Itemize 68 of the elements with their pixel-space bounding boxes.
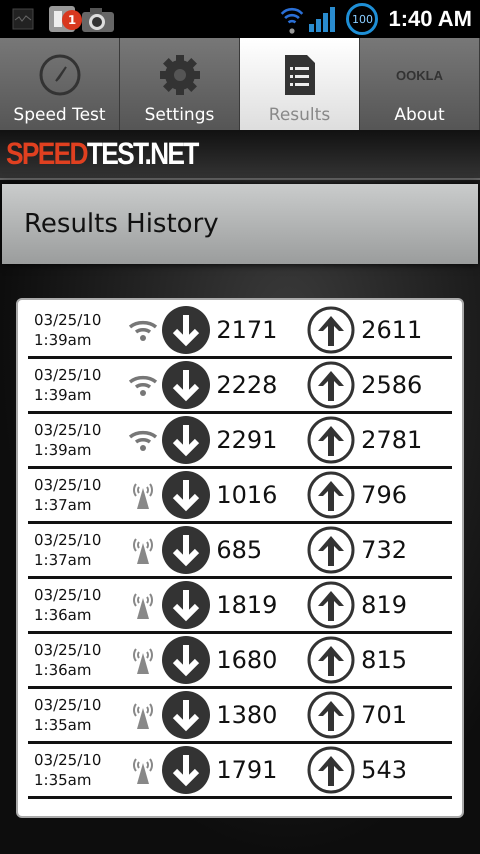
result-row[interactable]: 03/25/10 1:37am 1016 796 [28, 469, 452, 524]
download-speed: 2291 [215, 426, 278, 454]
result-timestamp: 03/25/10 1:35am [34, 695, 102, 735]
download-icon [162, 581, 210, 629]
upload-icon [307, 581, 356, 629]
result-timestamp: 03/25/10 1:39am [34, 365, 102, 405]
upload-speed: 543 [360, 756, 408, 784]
tab[interactable]: Settings [120, 38, 240, 130]
result-timestamp: 03/25/10 1:36am [34, 585, 102, 625]
result-timestamp: 03/25/10 1:37am [34, 475, 102, 515]
download-icon [162, 306, 210, 354]
page-title: Results History [24, 209, 219, 239]
download-speed: 1680 [215, 646, 278, 674]
result-row[interactable]: 03/25/10 1:35am 1380 701 [28, 689, 452, 744]
download-speed: 1380 [215, 701, 278, 729]
result-row[interactable]: 03/25/10 1:39am 2228 2586 [28, 359, 452, 414]
tab[interactable]: Speed Test [0, 38, 120, 130]
upload-icon [307, 471, 356, 519]
upload-speed: 815 [360, 646, 408, 674]
upload-speed: 2781 [360, 426, 424, 454]
download-icon [162, 416, 210, 464]
download-icon [162, 746, 210, 794]
download-speed: 1016 [215, 481, 278, 509]
gauge-icon [38, 53, 82, 97]
result-row[interactable]: 03/25/10 1:36am 1819 819 [28, 579, 452, 634]
download-icon [162, 636, 210, 684]
upload-icon [307, 691, 356, 739]
upload-speed: 2611 [360, 316, 424, 344]
result-timestamp: 03/25/10 1:39am [34, 420, 102, 460]
brand-logo: SPEEDTEST.NET [6, 136, 198, 172]
result-row[interactable]: 03/25/10 1:35am 1791 543 [28, 744, 452, 799]
result-row[interactable]: 03/25/10 1:37am 685 732 [28, 524, 452, 579]
company-logo: OOKLA [396, 68, 443, 83]
result-timestamp: 03/25/10 1:39am [34, 310, 102, 350]
upload-speed: 2586 [360, 371, 424, 399]
document-icon [282, 53, 316, 97]
download-speed: 1819 [215, 591, 278, 619]
download-speed: 2171 [215, 316, 278, 344]
result-row[interactable]: 03/25/10 1:36am 1680 815 [28, 634, 452, 689]
tab[interactable]: OOKLA About [360, 38, 480, 130]
chart-icon [12, 8, 34, 30]
gear-icon [158, 53, 202, 97]
camera-icon [80, 5, 116, 33]
notification-badge: 1 [62, 10, 82, 30]
upload-icon [307, 416, 356, 464]
upload-speed: 819 [360, 591, 408, 619]
download-speed: 685 [215, 536, 264, 564]
upload-speed: 701 [360, 701, 408, 729]
upload-icon [307, 526, 356, 574]
download-icon [162, 691, 210, 739]
result-timestamp: 03/25/10 1:36am [34, 640, 102, 680]
download-icon [162, 526, 210, 574]
upload-icon [307, 306, 356, 354]
download-speed: 2228 [215, 371, 278, 399]
battery-indicator: 100 [346, 3, 378, 35]
result-timestamp: 03/25/10 1:35am [34, 750, 102, 790]
upload-speed: 732 [360, 536, 408, 564]
result-row[interactable]: 03/25/10 1:39am 2291 2781 [28, 414, 452, 469]
clock-time: 1:40 AM [388, 6, 472, 32]
result-timestamp: 03/25/10 1:37am [34, 530, 102, 570]
download-speed: 1791 [215, 756, 278, 784]
download-icon [162, 361, 210, 409]
upload-icon [307, 746, 356, 794]
upload-speed: 796 [360, 481, 408, 509]
upload-icon [307, 636, 356, 684]
upload-icon [307, 361, 356, 409]
result-row[interactable]: 03/25/10 1:39am 2171 2611 [28, 304, 452, 359]
download-icon [162, 471, 210, 519]
